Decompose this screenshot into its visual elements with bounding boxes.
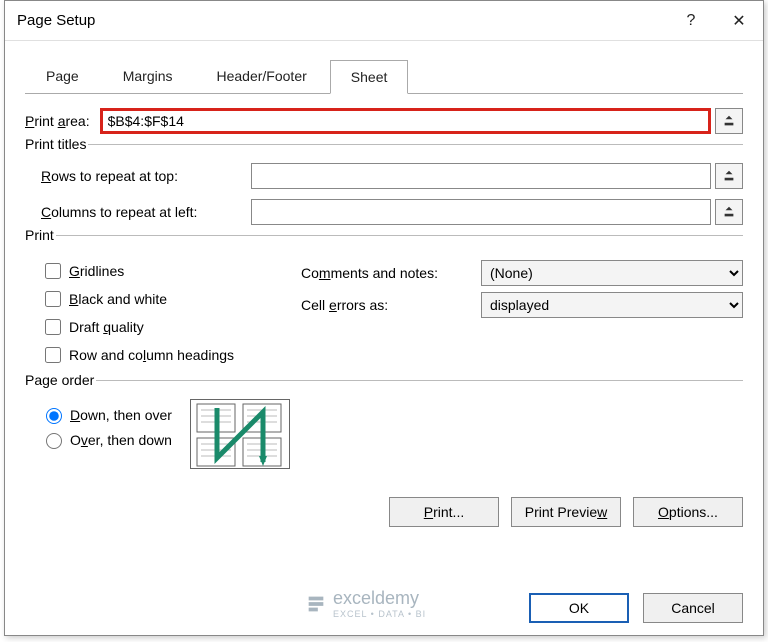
comments-label: Comments and notes: bbox=[301, 265, 481, 281]
collapse-icon bbox=[722, 169, 736, 183]
down-over-radio[interactable]: Down, then over bbox=[41, 405, 172, 424]
tab-margins[interactable]: Margins bbox=[102, 59, 194, 93]
print-titles-group-label: Print titles bbox=[25, 136, 88, 152]
ok-button[interactable]: OK bbox=[529, 593, 629, 623]
errors-label: Cell errors as: bbox=[301, 297, 481, 313]
draft-quality-checkbox[interactable]: Draft quality bbox=[41, 316, 301, 338]
collapse-icon bbox=[722, 114, 736, 128]
watermark-sub: EXCEL • DATA • BI bbox=[333, 609, 426, 619]
print-options-right: Comments and notes: (None) Cell errors a… bbox=[301, 254, 743, 372]
page-order-icon bbox=[190, 399, 290, 469]
dialog-title: Page Setup bbox=[17, 12, 667, 29]
black-white-checkbox[interactable]: Black and white bbox=[41, 288, 301, 310]
cancel-button[interactable]: Cancel bbox=[643, 593, 743, 623]
tab-page[interactable]: Page bbox=[25, 59, 100, 93]
help-button[interactable]: ? bbox=[667, 1, 715, 41]
print-area-collapse-button[interactable] bbox=[715, 108, 743, 134]
row-col-headings-checkbox[interactable]: Row and column headings bbox=[41, 344, 301, 366]
watermark-icon bbox=[305, 593, 327, 615]
close-button[interactable]: ✕ bbox=[715, 1, 763, 41]
comments-select[interactable]: (None) bbox=[481, 260, 743, 286]
print-group: Print Gridlines Black and white Draft qu… bbox=[25, 235, 743, 372]
collapse-icon bbox=[722, 205, 736, 219]
print-button[interactable]: Print... bbox=[389, 497, 499, 527]
titlebar: Page Setup ? ✕ bbox=[5, 1, 763, 41]
watermark: exceldemy EXCEL • DATA • BI bbox=[305, 588, 426, 619]
print-group-label: Print bbox=[25, 227, 56, 243]
tab-sheet[interactable]: Sheet bbox=[330, 60, 409, 94]
over-down-radio[interactable]: Over, then down bbox=[41, 430, 172, 449]
action-button-row: Print... Print Preview Options... bbox=[25, 497, 743, 527]
gridlines-checkbox[interactable]: Gridlines bbox=[41, 260, 301, 282]
rows-repeat-label: Rows to repeat at top: bbox=[41, 168, 241, 184]
tab-strip: Page Margins Header/Footer Sheet bbox=[25, 59, 743, 94]
print-area-label: Print area: bbox=[25, 113, 90, 129]
rows-repeat-collapse-button[interactable] bbox=[715, 163, 743, 189]
rows-repeat-input[interactable] bbox=[251, 163, 711, 189]
cols-repeat-collapse-button[interactable] bbox=[715, 199, 743, 225]
comments-row: Comments and notes: (None) bbox=[301, 260, 743, 286]
watermark-brand: exceldemy bbox=[333, 588, 419, 608]
errors-select[interactable]: displayed bbox=[481, 292, 743, 318]
cols-repeat-input[interactable] bbox=[251, 199, 711, 225]
tab-header-footer[interactable]: Header/Footer bbox=[196, 59, 328, 93]
dialog-footer: OK Cancel bbox=[529, 593, 743, 623]
page-order-options: Down, then over Over, then down bbox=[41, 399, 172, 455]
cols-repeat-row: Columns to repeat at left: bbox=[41, 199, 743, 225]
print-area-input[interactable] bbox=[100, 108, 711, 134]
options-button[interactable]: Options... bbox=[633, 497, 743, 527]
errors-row: Cell errors as: displayed bbox=[301, 292, 743, 318]
dialog-body: Page Margins Header/Footer Sheet Print a… bbox=[5, 41, 763, 539]
page-order-group: Page order Down, then over Over, then do… bbox=[25, 380, 743, 469]
rows-repeat-row: Rows to repeat at top: bbox=[41, 163, 743, 189]
print-titles-group: Print titles Rows to repeat at top: Colu… bbox=[25, 144, 743, 225]
cols-repeat-label: Columns to repeat at left: bbox=[41, 204, 241, 220]
page-setup-dialog: Page Setup ? ✕ Page Margins Header/Foote… bbox=[4, 0, 764, 636]
page-order-group-label: Page order bbox=[25, 372, 96, 388]
print-area-row: Print area: bbox=[25, 108, 743, 134]
print-preview-button[interactable]: Print Preview bbox=[511, 497, 621, 527]
print-options-left: Gridlines Black and white Draft quality … bbox=[41, 254, 301, 372]
